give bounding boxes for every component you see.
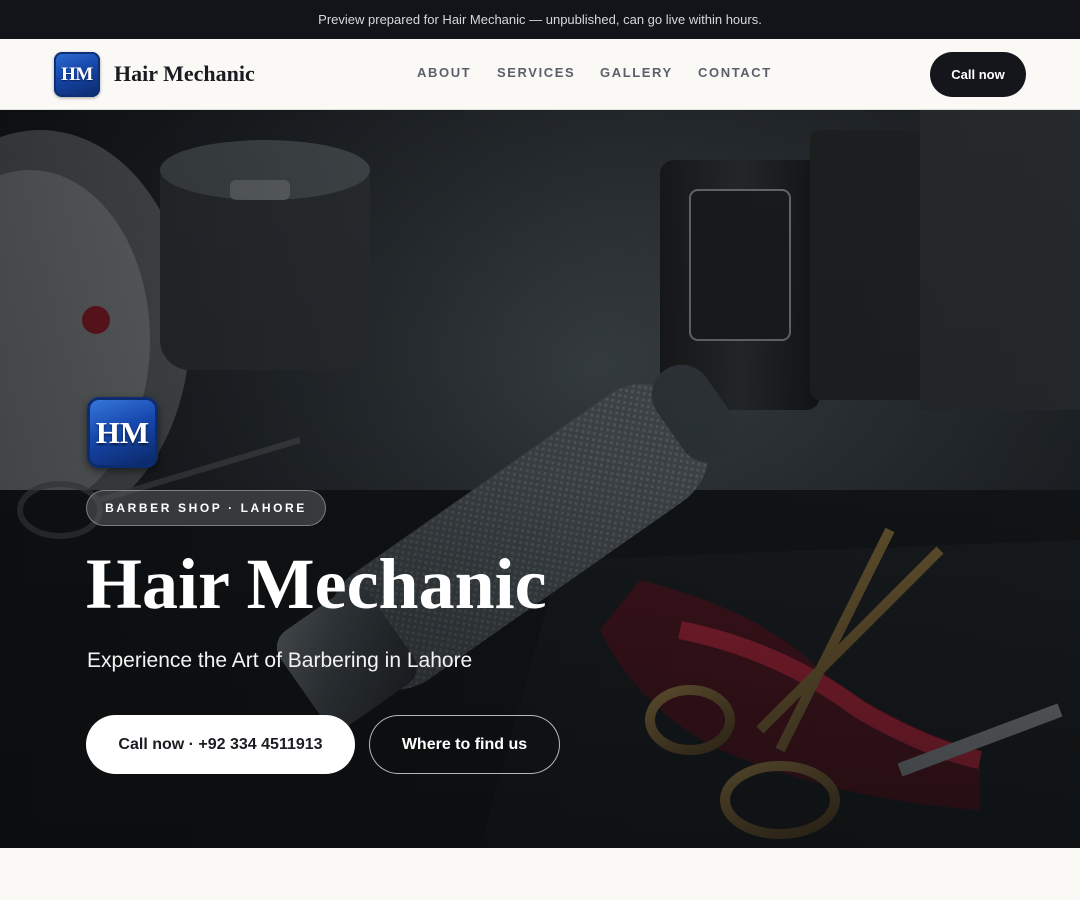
hero-tagline-pill: BARBER SHOP · LAHORE [86,490,326,526]
next-section [0,848,1080,900]
hero-section: HM BARBER SHOP · LAHORE Hair Mechanic Ex… [0,110,1080,848]
nav-gallery[interactable]: GALLERY [600,65,673,80]
main-nav: ABOUT SERVICES GALLERY CONTACT [0,65,1080,85]
hero-logo-badge: HM [87,397,158,468]
where-to-find-us-button[interactable]: Where to find us [369,715,560,774]
hero-title: Hair Mechanic [86,544,547,624]
header-call-button[interactable]: Call now [930,52,1026,97]
hero-logo-text: HM [95,414,150,450]
nav-contact[interactable]: CONTACT [698,65,772,80]
site-header: HM Hair Mechanic ABOUT SERVICES GALLERY … [0,39,1080,110]
hero-subtitle: Experience the Art of Barbering in Lahor… [87,649,473,672]
preview-banner-text: Preview prepared for Hair Mechanic — unp… [318,12,762,27]
preview-banner: Preview prepared for Hair Mechanic — unp… [0,0,1080,39]
nav-services[interactable]: SERVICES [497,65,575,80]
nav-about[interactable]: ABOUT [417,65,471,80]
hero-call-button[interactable]: Call now · +92 334 4511913 [86,715,355,774]
